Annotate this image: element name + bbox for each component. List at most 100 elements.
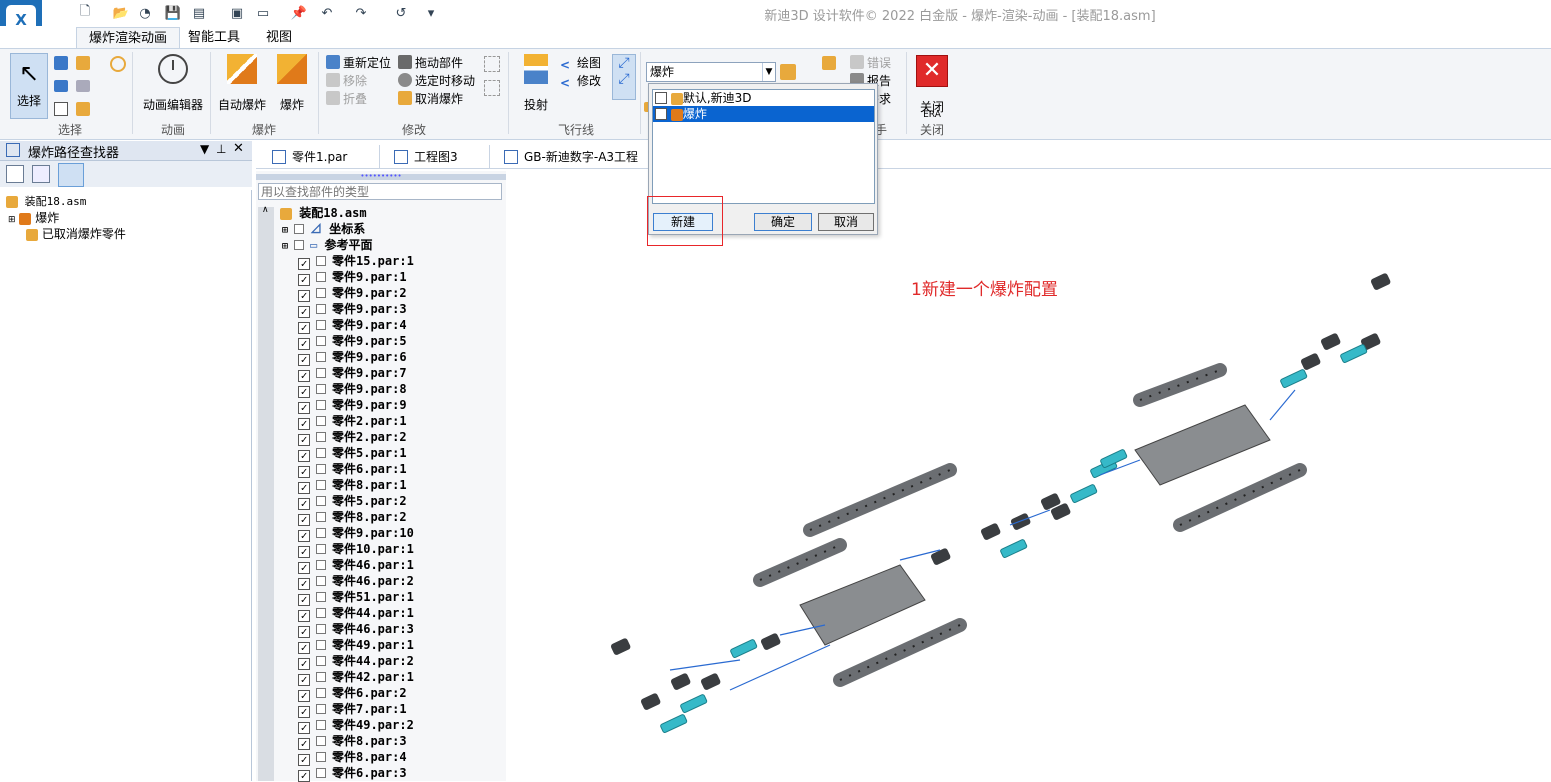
part-row[interactable]: ✓ 零件2.par:1 [298, 413, 407, 430]
part-row[interactable]: ✓ 零件49.par:2 [298, 717, 414, 734]
part-row[interactable]: ✓ 零件6.par:3 [298, 765, 407, 782]
error-button[interactable]: 错误 [850, 54, 891, 72]
part-row[interactable]: ✓ 零件9.par:2 [298, 285, 407, 302]
ok-button[interactable]: 确定 [754, 213, 812, 231]
part-row[interactable]: ✓ 零件9.par:9 [298, 397, 407, 414]
config-list[interactable]: 默认,新迪3D 爆炸 [652, 89, 875, 204]
close-explode-button[interactable]: ✕ [916, 55, 948, 87]
chevron-down-icon[interactable]: ▼ [762, 63, 775, 81]
reposition-button[interactable]: 重新定位 [326, 54, 391, 72]
cancel-button[interactable]: 取消 [818, 213, 874, 231]
unexplode-button[interactable]: 取消爆炸 [398, 90, 475, 108]
part-row[interactable]: ✓ 零件51.par:1 [298, 589, 414, 606]
group-coordinate-systems[interactable]: ⊞ ⊿ 坐标系 [282, 221, 365, 237]
part-row[interactable]: ✓ 零件8.par:4 [298, 749, 407, 766]
doc-tab-drawing3[interactable]: 工程图3 [384, 145, 490, 169]
part-row[interactable]: ✓ 零件8.par:1 [298, 477, 407, 494]
part-row[interactable]: ✓ 零件7.par:1 [298, 701, 407, 718]
pin-panel-icon[interactable]: ⊥ [216, 142, 226, 156]
customize-dropdown-icon[interactable]: ▾ [422, 4, 440, 22]
draw-flightline-button[interactable]: < 绘图 [560, 54, 601, 72]
part-row[interactable]: ✓ 零件10.par:1 [298, 541, 414, 558]
redo-icon[interactable]: ↷ [352, 4, 370, 22]
panel-splitter[interactable]: •••••••••• [256, 173, 506, 180]
part-row[interactable]: ✓ 零件6.par:2 [298, 685, 407, 702]
tab-view[interactable]: 视图 [254, 27, 304, 49]
part-row[interactable]: ✓ 零件46.par:1 [298, 557, 414, 574]
group-reference-planes[interactable]: ⊞ ▭ 参考平面 [282, 237, 373, 253]
tree-view-icon[interactable] [32, 165, 50, 183]
tree-item-explode[interactable]: ⊞ 爆炸 [0, 210, 251, 226]
part-row[interactable]: ✓ 零件9.par:3 [298, 301, 407, 318]
doc-tab-part1[interactable]: 零件1.par [262, 145, 380, 169]
doc-tab-gb-template[interactable]: GB-新迪数字-A3工程图... [494, 145, 654, 169]
part-visible-checkbox[interactable]: ✓ [298, 770, 310, 782]
visibility-checkbox[interactable] [294, 240, 305, 250]
tree-item-assembly[interactable]: 装配18.asm [0, 194, 251, 210]
part-row[interactable]: ✓ 零件15.par:1 [298, 253, 414, 270]
zoom-select-icon[interactable] [110, 56, 126, 72]
assembly-select-icon[interactable] [76, 56, 90, 70]
save-all-icon[interactable]: ▤ [190, 4, 208, 22]
unbind-icon[interactable] [484, 80, 500, 96]
select-button[interactable]: ↖ 选择 [10, 53, 48, 119]
open-recent-icon[interactable]: ◔ [136, 4, 154, 22]
panel-menu-icon[interactable]: ▼ [200, 142, 209, 156]
properties-icon[interactable]: ▣ [228, 4, 246, 22]
auto-explode-button[interactable]: 自动爆炸 [216, 54, 268, 116]
part-row[interactable]: ✓ 零件5.par:1 [298, 445, 407, 462]
visibility-checkbox[interactable] [294, 224, 305, 234]
config-item-explode[interactable]: 爆炸 [653, 106, 874, 122]
tab-explode-render-anim[interactable]: 爆炸渲染动画 [76, 27, 181, 49]
explode-tree-icon[interactable] [58, 163, 84, 187]
parts-scrollbar[interactable] [258, 207, 274, 781]
part-row[interactable]: ✓ 零件8.par:2 [298, 509, 407, 526]
new-file-icon[interactable]: 🗋 [76, 4, 94, 22]
list-view-icon[interactable] [6, 165, 24, 183]
select-part-icon[interactable] [54, 80, 68, 92]
part-row[interactable]: ✓ 零件49.par:1 [298, 637, 414, 654]
bind-icon[interactable] [484, 56, 500, 72]
part-row[interactable]: ✓ 零件5.par:2 [298, 493, 407, 510]
part-row[interactable]: ✓ 零件9.par:6 [298, 349, 407, 366]
pin-icon[interactable]: 📌 [290, 4, 308, 22]
tab-smart-tools[interactable]: 智能工具 [176, 27, 252, 49]
parts-root[interactable]: 装配18.asm [280, 205, 367, 221]
part-row[interactable]: ✓ 零件9.par:5 [298, 333, 407, 350]
config-checkbox[interactable] [655, 108, 667, 120]
collapse-button[interactable]: 折叠 [326, 90, 391, 108]
move-on-select-button[interactable]: 选定时移动 [398, 72, 475, 90]
explode-config-combo[interactable]: 爆炸 [646, 62, 776, 82]
filter-icon[interactable] [54, 56, 68, 70]
part-row[interactable]: ✓ 零件9.par:7 [298, 365, 407, 382]
part-row[interactable]: ✓ 零件44.par:2 [298, 653, 414, 670]
modify-flightline-button[interactable]: < 修改 [560, 72, 601, 90]
open-folder-icon[interactable]: 📂 [112, 4, 130, 22]
select-component-icon[interactable] [76, 102, 90, 116]
part-row[interactable]: ✓ 零件9.par:1 [298, 269, 407, 286]
config-manager-icon[interactable] [780, 64, 796, 80]
box-select-icon[interactable] [54, 102, 68, 116]
config-item-default[interactable]: 默认,新迪3D [653, 90, 874, 106]
undo-icon[interactable]: ↶ [318, 4, 336, 22]
repeat-icon[interactable]: ↺ [392, 4, 410, 22]
explode-viewport[interactable] [580, 260, 1440, 770]
part-row[interactable]: ✓ 零件9.par:4 [298, 317, 407, 334]
animation-editor-button[interactable]: 动画编辑器 [140, 54, 206, 116]
part-row[interactable]: ✓ 零件6.par:1 [298, 461, 407, 478]
part-row[interactable]: ✓ 零件9.par:8 [298, 381, 407, 398]
project-button[interactable]: 投射 [516, 54, 556, 116]
tree-item-unexploded[interactable]: 已取消爆炸零件 [0, 226, 251, 242]
part-search-input[interactable] [258, 183, 502, 200]
flightline-toggle-button[interactable]: ⤢ ⤢ [612, 54, 636, 100]
part-row[interactable]: ✓ 零件42.par:1 [298, 669, 414, 686]
part-row[interactable]: ✓ 零件9.par:10 [298, 525, 414, 542]
config-checkbox[interactable] [655, 92, 667, 104]
drag-component-button[interactable]: 拖动部件 [398, 54, 475, 72]
grid-icon[interactable] [822, 56, 836, 70]
explode-button[interactable]: 爆炸 [272, 54, 312, 116]
save-icon[interactable]: 💾 [164, 4, 182, 22]
select-group-icon[interactable] [76, 80, 90, 92]
collapse-root-icon[interactable]: ∧ [262, 205, 269, 215]
close-panel-icon[interactable]: ✕ [233, 141, 244, 156]
